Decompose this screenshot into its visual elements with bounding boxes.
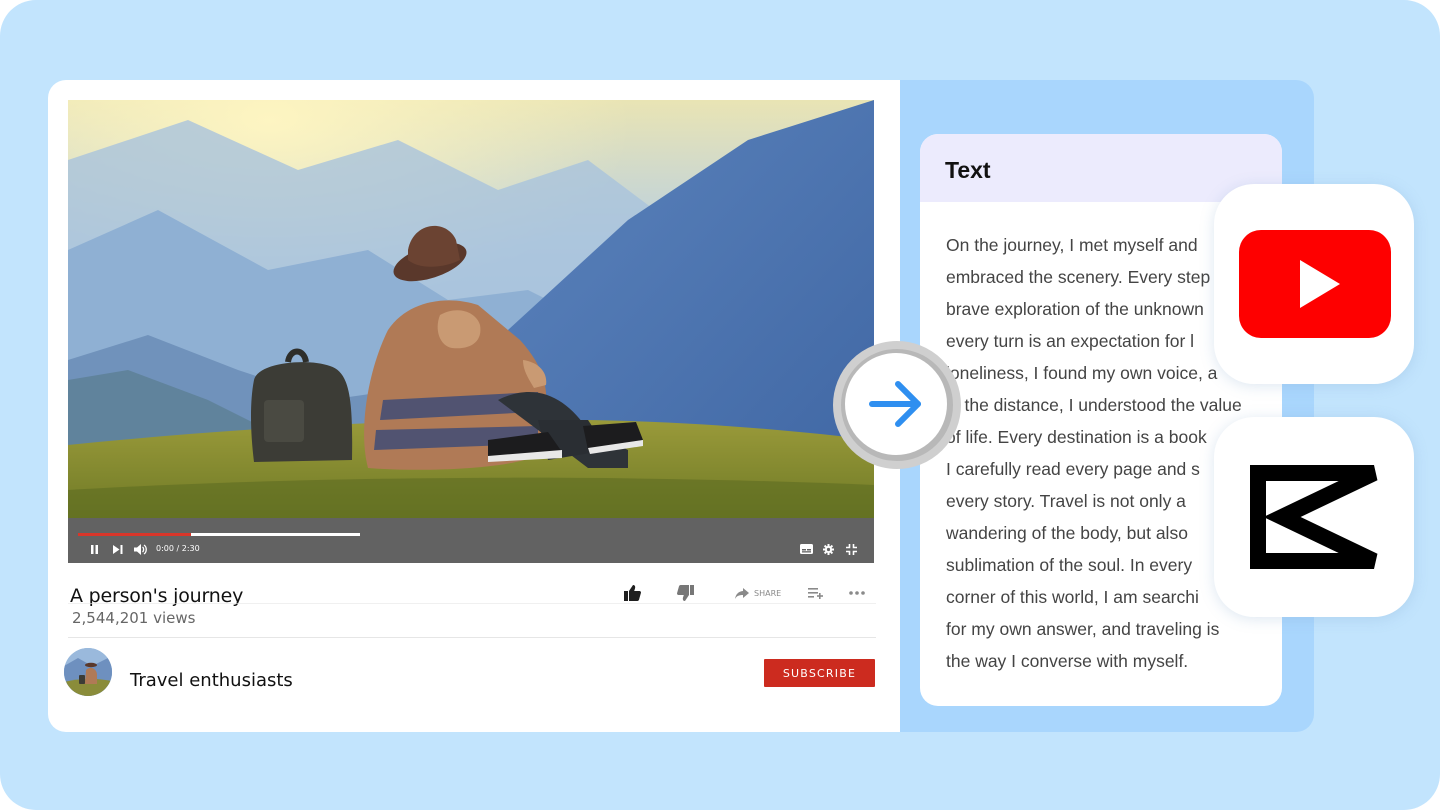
like-button[interactable] bbox=[624, 583, 641, 603]
arrow-right-icon bbox=[869, 381, 921, 427]
progress-bar[interactable] bbox=[78, 533, 360, 536]
captions-button[interactable] bbox=[800, 542, 813, 556]
share-label: SHARE bbox=[754, 588, 782, 598]
video-player[interactable]: 0:00 / 2:30 bbox=[68, 100, 874, 563]
avatar-image bbox=[64, 648, 112, 696]
exit-fullscreen-icon bbox=[846, 543, 857, 555]
gear-icon bbox=[823, 543, 834, 555]
add-to-playlist-button[interactable] bbox=[808, 583, 823, 603]
more-horizontal-icon bbox=[849, 591, 865, 595]
share-button[interactable]: SHARE bbox=[735, 583, 781, 603]
transcript-line: for my own answer, and traveling is bbox=[946, 619, 1220, 639]
thumbs-down-icon bbox=[677, 585, 694, 601]
dislike-button[interactable] bbox=[677, 583, 694, 603]
canvas: 0:00 / 2:30 A person's journey 2,544,201… bbox=[0, 0, 1440, 810]
channel-avatar[interactable] bbox=[64, 648, 112, 696]
volume-icon bbox=[134, 543, 147, 555]
fullscreen-button[interactable] bbox=[846, 542, 857, 556]
time-display: 0:00 / 2:30 bbox=[156, 544, 200, 553]
title-underline bbox=[68, 603, 876, 604]
subscribe-button[interactable]: SUBSCRIBE bbox=[764, 659, 875, 687]
transcript-line: the way I converse with myself. bbox=[946, 651, 1189, 671]
convert-arrow-button[interactable] bbox=[845, 353, 947, 455]
capcut-tile[interactable] bbox=[1214, 417, 1414, 617]
more-button[interactable] bbox=[849, 583, 865, 603]
pause-button[interactable] bbox=[90, 542, 99, 556]
youtube-logo-icon bbox=[1239, 230, 1391, 338]
settings-button[interactable] bbox=[823, 542, 834, 556]
pause-icon bbox=[91, 544, 98, 554]
video-thumbnail[interactable] bbox=[68, 100, 874, 518]
add-to-playlist-icon bbox=[808, 588, 823, 599]
youtube-tile[interactable] bbox=[1214, 184, 1414, 384]
capcut-logo-icon bbox=[1250, 465, 1378, 569]
channel-name[interactable]: Travel enthusiasts bbox=[130, 670, 293, 691]
text-card-title: Text bbox=[945, 157, 991, 183]
player-controls: 0:00 / 2:30 bbox=[68, 518, 874, 563]
progress-played bbox=[78, 533, 191, 536]
share-icon bbox=[735, 587, 749, 599]
captions-icon bbox=[800, 544, 813, 554]
volume-button[interactable] bbox=[134, 542, 147, 556]
skip-next-icon bbox=[113, 544, 123, 554]
divider bbox=[68, 637, 876, 638]
video-card: 0:00 / 2:30 A person's journey 2,544,201… bbox=[48, 80, 900, 732]
thumbs-up-icon bbox=[624, 585, 641, 601]
view-count: 2,544,201 views bbox=[72, 609, 196, 627]
next-button[interactable] bbox=[113, 542, 123, 556]
